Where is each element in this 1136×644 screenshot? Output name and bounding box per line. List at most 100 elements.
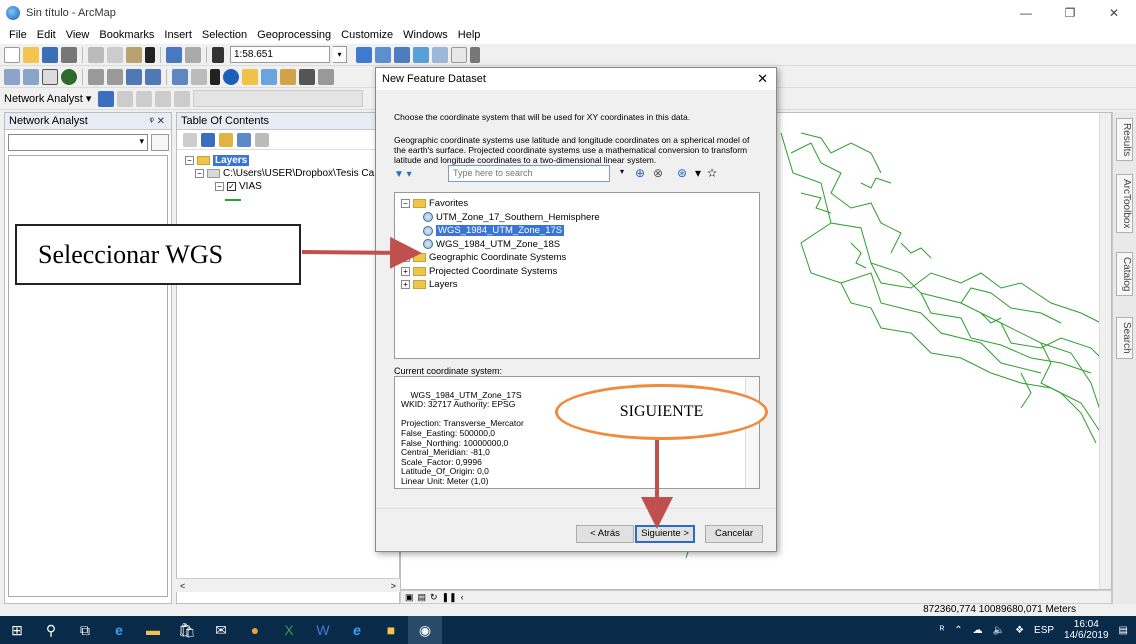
collapse-icon[interactable]: − <box>401 199 410 209</box>
clear-search-icon[interactable]: ⊗ <box>650 165 666 181</box>
toc-workspace-row[interactable]: − C:\Users\USER\Dropbox\Tesis Ca <box>185 167 399 180</box>
menu-bookmarks[interactable]: Bookmarks <box>99 29 154 41</box>
search-icon[interactable]: ⚲ <box>34 616 68 644</box>
folder-app-icon[interactable]: ■ <box>374 616 408 644</box>
solve-icon[interactable] <box>174 90 191 107</box>
find-icon[interactable] <box>299 68 315 85</box>
people-icon[interactable]: ᴿ <box>940 625 945 636</box>
show-hidden-icons[interactable]: ⌃ <box>954 625 962 636</box>
add-to-favorites-icon[interactable]: ✫ <box>704 165 720 181</box>
next-button[interactable]: Siguiente > <box>635 525 695 543</box>
zoom-in-icon[interactable] <box>4 68 20 85</box>
add-coordinate-system-icon[interactable]: ⊛ <box>674 165 690 181</box>
excel-icon[interactable]: X <box>272 616 306 644</box>
layer-visibility-checkbox[interactable]: ✓ <box>227 182 236 191</box>
network-icon[interactable]: ☁ <box>973 625 983 636</box>
word-icon[interactable]: W <box>306 616 340 644</box>
undo-icon[interactable] <box>166 46 182 63</box>
model-builder-icon[interactable] <box>470 46 480 63</box>
results-tab[interactable]: Results <box>1116 118 1133 162</box>
network-identify-icon[interactable] <box>136 90 153 107</box>
filter-dropdown-button[interactable]: ▼ ▾ <box>394 165 422 183</box>
open-folder-icon[interactable] <box>23 46 39 63</box>
delete-icon[interactable] <box>145 46 155 63</box>
menu-selection[interactable]: Selection <box>202 29 247 41</box>
fixed-zoom-out-icon[interactable] <box>107 68 123 85</box>
expand-icon[interactable]: + <box>401 280 410 290</box>
fixed-zoom-in-icon[interactable] <box>88 68 104 85</box>
map-vertical-scrollbar[interactable] <box>1099 113 1111 589</box>
menu-geoprocessing[interactable]: Geoprocessing <box>257 29 331 41</box>
minimize-button[interactable]: — <box>1004 0 1048 26</box>
table-icon[interactable] <box>375 46 391 63</box>
restore-button[interactable]: ❐ <box>1048 0 1092 26</box>
list-by-source-icon[interactable] <box>201 132 215 147</box>
pane-pin-close-icons[interactable]: ᵠ ✕ <box>149 116 165 127</box>
language-indicator[interactable]: ESP <box>1034 625 1054 636</box>
clock[interactable]: 16:04 14/6/2019 <box>1064 619 1109 641</box>
layout-view-icon[interactable]: ▤ <box>418 592 427 603</box>
pan-icon[interactable] <box>42 68 58 85</box>
collapse-icon[interactable]: − <box>185 156 194 165</box>
analysis-class-list[interactable] <box>8 155 168 597</box>
go-to-xy-icon[interactable] <box>318 68 334 85</box>
editor-icon[interactable] <box>356 46 372 63</box>
collapse-icon[interactable]: − <box>215 182 224 191</box>
details-scrollbar[interactable] <box>745 377 759 488</box>
search-window-icon[interactable] <box>413 46 429 63</box>
python-icon[interactable] <box>451 46 467 63</box>
cut-icon[interactable] <box>88 46 104 63</box>
directions-icon[interactable] <box>155 90 172 107</box>
toc-options-icon[interactable] <box>255 132 269 147</box>
hyperlink-icon[interactable] <box>242 68 258 85</box>
coordinate-system-tree[interactable]: − Favorites UTM_Zone_17_Southern_Hemisph… <box>394 192 760 359</box>
scale-dropdown-arrow[interactable]: ▾ <box>333 46 347 63</box>
tree-item-utm17-southern[interactable]: UTM_Zone_17_Southern_Hemisphere <box>401 211 759 225</box>
measure-icon[interactable] <box>280 68 296 85</box>
select-elements-icon[interactable] <box>210 68 220 85</box>
map-scale-input[interactable]: 1:58.651 <box>230 46 330 63</box>
add-data-icon[interactable] <box>212 46 224 63</box>
menu-edit[interactable]: Edit <box>37 29 56 41</box>
menu-view[interactable]: View <box>66 29 90 41</box>
close-window-button[interactable]: ✕ <box>1092 0 1136 26</box>
file-explorer-icon[interactable]: ▬ <box>136 616 170 644</box>
tree-favorites[interactable]: − Favorites <box>401 197 759 211</box>
edge-browser-icon[interactable]: e <box>102 616 136 644</box>
network-analyst-window-icon[interactable] <box>98 90 115 107</box>
task-view-icon[interactable]: ⧉ <box>68 616 102 644</box>
network-analyst-menu[interactable]: Network Analyst ▾ <box>4 92 91 105</box>
back-button[interactable]: < Atrás <box>576 525 634 543</box>
save-icon[interactable] <box>42 46 58 63</box>
expand-icon[interactable]: + <box>401 253 410 263</box>
zoom-out-icon[interactable] <box>23 68 39 85</box>
toc-horizontal-scrollbar[interactable]: < > <box>176 578 400 592</box>
pause-icon[interactable]: ❚❚ <box>442 592 457 603</box>
back-extent-icon[interactable] <box>126 68 142 85</box>
copy-icon[interactable] <box>107 46 123 63</box>
clear-selection-icon[interactable] <box>191 68 207 85</box>
arctoolbox-tab[interactable]: ArcToolbox <box>1116 174 1133 234</box>
print-icon[interactable] <box>61 46 77 63</box>
menu-insert[interactable]: Insert <box>164 29 192 41</box>
new-document-icon[interactable] <box>4 46 20 63</box>
list-by-drawing-order-icon[interactable] <box>183 132 197 147</box>
select-features-icon[interactable] <box>172 68 188 85</box>
internet-explorer-icon[interactable]: e <box>340 616 374 644</box>
list-by-selection-icon[interactable] <box>237 132 251 147</box>
dropbox-icon[interactable]: ❖ <box>1015 625 1024 636</box>
redo-icon[interactable] <box>185 46 201 63</box>
search-tab[interactable]: Search <box>1116 317 1133 359</box>
identify-icon[interactable] <box>223 68 239 85</box>
mail-icon[interactable]: ✉ <box>204 616 238 644</box>
tree-geographic[interactable]: + Geographic Coordinate Systems <box>401 251 759 265</box>
catalog-tab[interactable]: Catalog <box>1116 252 1133 297</box>
search-dropdown-arrow[interactable]: ▾ <box>620 167 624 176</box>
scroll-left-icon[interactable]: ‹ <box>461 592 464 602</box>
menu-customize[interactable]: Customize <box>341 29 393 41</box>
windows-start-icon[interactable]: ⊞ <box>0 616 34 644</box>
chrome-icon[interactable]: ● <box>238 616 272 644</box>
forward-extent-icon[interactable] <box>145 68 161 85</box>
catalog-icon[interactable] <box>394 46 410 63</box>
menu-help[interactable]: Help <box>458 29 481 41</box>
